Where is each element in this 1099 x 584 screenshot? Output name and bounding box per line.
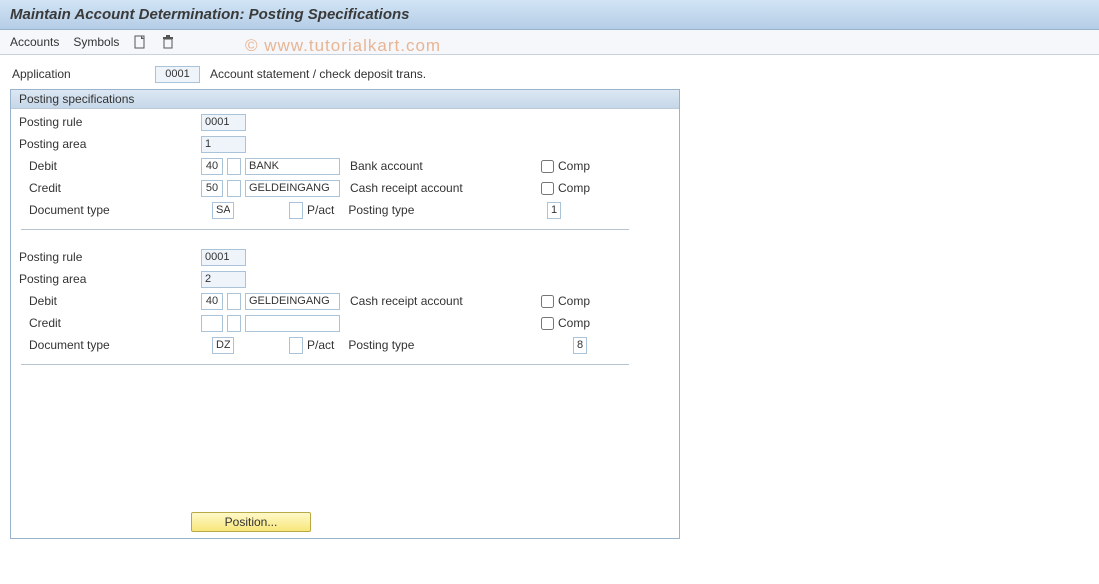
pact-flag-1[interactable] — [289, 202, 303, 219]
credit-label: Credit — [11, 316, 176, 330]
posting-type-label: Posting type — [334, 203, 414, 217]
posting-type-2[interactable] — [573, 337, 587, 354]
posting-rule-field-2 — [201, 249, 246, 266]
debit-flag-1[interactable] — [227, 158, 241, 175]
credit-key-2[interactable] — [201, 315, 223, 332]
toolbar-symbols[interactable]: Symbols — [73, 35, 119, 49]
posting-rule-label: Posting rule — [11, 250, 176, 264]
credit-comp-2[interactable] — [541, 317, 554, 330]
posting-type-1[interactable] — [547, 202, 561, 219]
credit-desc-1: Cash receipt account — [340, 181, 480, 195]
debit-key-2[interactable] — [201, 293, 223, 310]
divider — [21, 364, 629, 365]
toolbar-accounts[interactable]: Accounts — [10, 35, 59, 49]
comp-label: Comp — [558, 181, 590, 195]
debit-desc-1: Bank account — [340, 159, 480, 173]
doctype-field-2[interactable] — [212, 337, 234, 354]
application-label: Application — [10, 67, 155, 81]
delete-icon[interactable] — [161, 35, 175, 49]
pact-label: P/act — [303, 203, 334, 217]
doctype-label: Document type — [11, 203, 176, 217]
comp-label: Comp — [558, 159, 590, 173]
application-field — [155, 66, 200, 83]
container-title: Posting specifications — [11, 90, 679, 109]
divider — [21, 229, 629, 230]
application-row: Application Account statement / check de… — [10, 63, 1089, 85]
posting-spec-container: Posting specifications Posting rule Post… — [10, 89, 680, 539]
debit-label: Debit — [11, 159, 176, 173]
debit-comp-2[interactable] — [541, 295, 554, 308]
debit-comp-1[interactable] — [541, 160, 554, 173]
debit-label: Debit — [11, 294, 176, 308]
posting-area-field-2 — [201, 271, 246, 288]
doctype-label: Document type — [11, 338, 176, 352]
comp-label: Comp — [558, 294, 590, 308]
debit-acct-2[interactable] — [245, 293, 340, 310]
application-description: Account statement / check deposit trans. — [200, 67, 426, 81]
page-title: Maintain Account Determination: Posting … — [0, 0, 1099, 30]
position-button[interactable]: Position... — [191, 512, 311, 532]
content-area: Application Account statement / check de… — [0, 55, 1099, 543]
posting-area-label: Posting area — [11, 272, 176, 286]
doctype-field-1[interactable] — [212, 202, 234, 219]
posting-rule-field-1 — [201, 114, 246, 131]
credit-flag-1[interactable] — [227, 180, 241, 197]
posting-area-label: Posting area — [11, 137, 176, 151]
posting-rule-label: Posting rule — [11, 115, 176, 129]
posting-area-field-1 — [201, 136, 246, 153]
debit-key-1[interactable] — [201, 158, 223, 175]
comp-label: Comp — [558, 316, 590, 330]
debit-acct-1[interactable] — [245, 158, 340, 175]
credit-key-1[interactable] — [201, 180, 223, 197]
posting-type-label: Posting type — [334, 338, 414, 352]
toolbar: Accounts Symbols — [0, 30, 1099, 55]
credit-comp-1[interactable] — [541, 182, 554, 195]
credit-label: Credit — [11, 181, 176, 195]
debit-desc-2: Cash receipt account — [340, 294, 480, 308]
pact-label: P/act — [303, 338, 334, 352]
debit-flag-2[interactable] — [227, 293, 241, 310]
pact-flag-2[interactable] — [289, 337, 303, 354]
credit-flag-2[interactable] — [227, 315, 241, 332]
credit-acct-2[interactable] — [245, 315, 340, 332]
new-icon[interactable] — [133, 35, 147, 49]
credit-acct-1[interactable] — [245, 180, 340, 197]
